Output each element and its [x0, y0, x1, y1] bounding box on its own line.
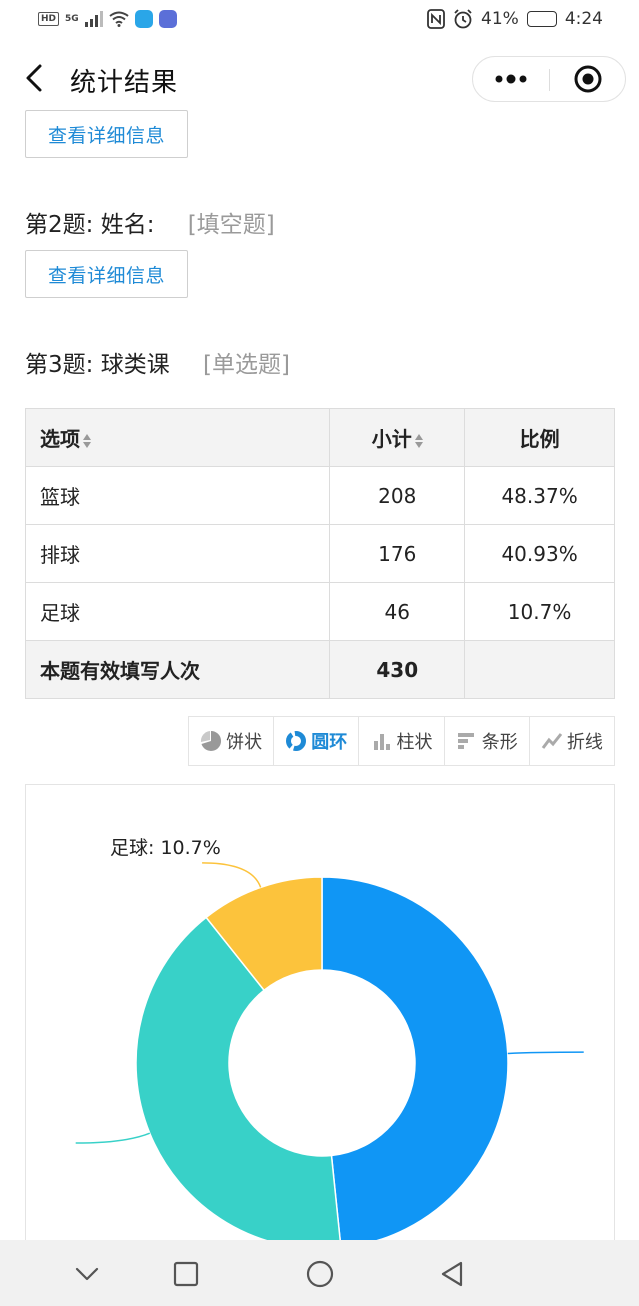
leader-line-足球: [202, 862, 262, 888]
row-ratio: 40.93%: [464, 524, 615, 583]
square-icon: [173, 1261, 199, 1287]
back-icon: [26, 64, 42, 92]
collapse-button[interactable]: [67, 1254, 107, 1294]
status-bar: HD 5G 41% 4:24: [0, 0, 639, 40]
q3-number: 第3题:: [25, 352, 94, 378]
total-label: 本题有效填写人次: [24, 640, 331, 699]
row-count: 208: [329, 466, 466, 525]
q3-text: 球类课: [100, 352, 170, 378]
menu-capsule: [472, 56, 626, 102]
sort-icon: [414, 433, 423, 449]
q1-detail-button[interactable]: 查看详细信息: [25, 110, 188, 158]
back-nav-button[interactable]: [432, 1254, 472, 1294]
header-ratio: 比例: [464, 408, 615, 467]
chart-container: 足球: 10.7%: [25, 784, 615, 1254]
circle-icon: [306, 1260, 334, 1288]
total-count: 430: [329, 640, 466, 699]
ring-icon: [286, 731, 307, 751]
row-option: 篮球: [24, 466, 331, 525]
q2-detail-button[interactable]: 查看详细信息: [25, 250, 188, 298]
header-count[interactable]: 小计: [329, 408, 466, 467]
clock-time: 4:24: [564, 9, 603, 29]
column-icon: [373, 734, 390, 750]
header-option[interactable]: 选项: [24, 408, 331, 467]
stats-table: 选项 小计 比例 篮球 208 48.37% 排球 176 40.93% 足球 …: [24, 408, 615, 699]
table-header-row: 选项 小计 比例: [24, 408, 615, 467]
pie-icon: [201, 730, 222, 751]
chevron-down-icon: [75, 1267, 99, 1281]
tab-line[interactable]: 折线: [530, 717, 614, 765]
q3-title: 第3题: 球类课 [单选题]: [25, 345, 290, 379]
bar-icon: [457, 733, 474, 749]
target-icon: [574, 65, 602, 93]
tab-pie[interactable]: 饼状: [189, 717, 275, 765]
navbar: 统计结果: [0, 40, 639, 118]
alarm-icon: [454, 9, 472, 29]
triangle-back-icon: [441, 1261, 463, 1287]
tab-label: 饼状: [226, 732, 263, 753]
battery-percent: 41%: [481, 9, 519, 29]
q2-text: 姓名:: [100, 212, 155, 238]
weather-app-icon: [134, 10, 153, 28]
q2-title: 第2题: 姓名: [填空题]: [25, 205, 275, 239]
donut-chart: 足球: 10.7%: [75, 837, 584, 1250]
back-button[interactable]: [18, 60, 54, 96]
tab-ring[interactable]: 圆环: [274, 717, 360, 765]
leader-line-篮球: [507, 1051, 584, 1055]
line-icon: [541, 733, 563, 749]
hd-badge: HD: [38, 12, 60, 26]
q2-number: 第2题:: [25, 212, 94, 238]
wifi-icon: [109, 11, 129, 27]
battery-icon: [526, 11, 557, 27]
row-count: 46: [329, 582, 466, 641]
tab-label: 柱状: [396, 732, 433, 753]
donut-slice-篮球[interactable]: [321, 876, 509, 1249]
signal-icon: [84, 11, 103, 27]
tab-column[interactable]: 柱状: [359, 717, 445, 765]
table-row: 足球 46 10.7%: [24, 582, 615, 641]
signal-label: 5G: [65, 14, 79, 24]
q3-type: [单选题]: [203, 352, 290, 378]
more-icon: [495, 74, 527, 84]
row-ratio: 10.7%: [464, 582, 615, 641]
sort-icon: [83, 433, 91, 449]
row-ratio: 48.37%: [464, 466, 615, 525]
row-option: 足球: [24, 582, 331, 641]
close-miniprogram-button[interactable]: [550, 57, 626, 101]
status-left: HD 5G: [38, 10, 177, 28]
table-total-row: 本题有效填写人次 430: [24, 640, 615, 699]
table-row: 篮球 208 48.37%: [24, 466, 615, 525]
chart-type-tabs: 饼状 圆环 柱状 条形 折线: [188, 716, 615, 766]
more-button[interactable]: [473, 57, 549, 101]
recents-button[interactable]: [166, 1254, 206, 1294]
row-count: 176: [329, 524, 466, 583]
nfc-icon: [427, 9, 445, 29]
table-row: 排球 176 40.93%: [24, 524, 615, 583]
leader-line-排球: [75, 1132, 151, 1144]
slice-label-足球: 足球: 10.7%: [110, 837, 221, 859]
tab-label: 条形: [481, 732, 518, 753]
home-button[interactable]: [300, 1254, 340, 1294]
system-nav-bar: [0, 1240, 639, 1306]
education-app-icon: [158, 10, 177, 28]
q2-type: [填空题]: [187, 212, 275, 238]
status-right: 41% 4:24: [427, 9, 603, 29]
tab-label: 折线: [566, 732, 603, 753]
tab-bar[interactable]: 条形: [445, 717, 530, 765]
page-title: 统计结果: [70, 68, 179, 98]
row-option: 排球: [24, 524, 331, 583]
tab-label: 圆环: [311, 732, 348, 753]
total-empty: [464, 640, 615, 699]
